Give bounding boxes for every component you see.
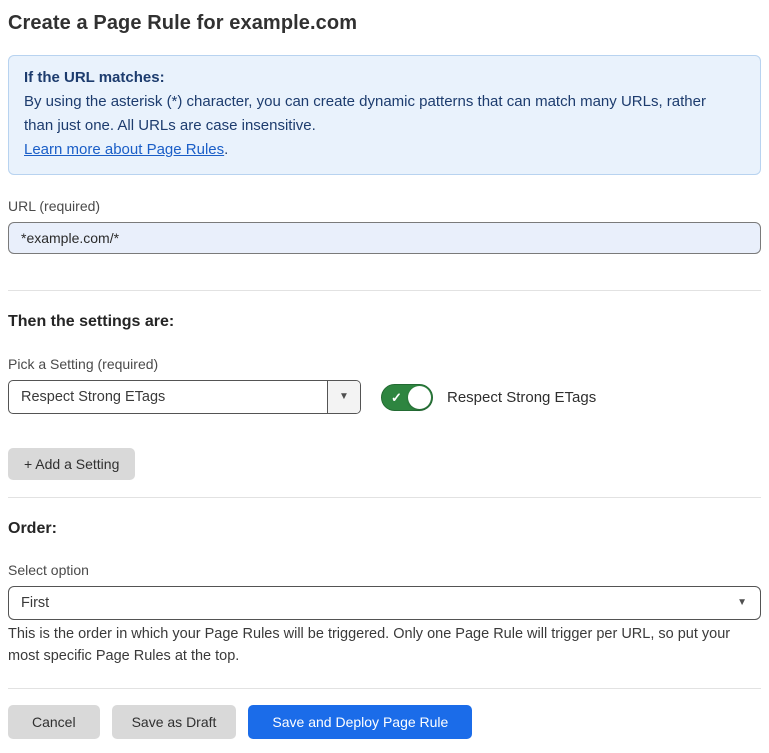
chevron-down-icon: ▼ (339, 392, 349, 402)
order-heading: Order: (8, 519, 761, 538)
link-suffix: . (224, 141, 228, 158)
info-box-heading: If the URL matches: (24, 66, 745, 90)
chevron-down-icon: ▼ (737, 598, 747, 608)
setting-select-arrow-button[interactable]: ▼ (327, 381, 360, 413)
save-deploy-button[interactable]: Save and Deploy Page Rule (248, 705, 472, 739)
etags-toggle-label: Respect Strong ETags (447, 389, 596, 406)
etags-toggle[interactable]: ✓ (381, 384, 433, 411)
url-input[interactable] (8, 222, 761, 254)
add-setting-button[interactable]: + Add a Setting (8, 448, 135, 480)
setting-row: Respect Strong ETags ▼ ✓ Respect Strong … (8, 380, 761, 414)
pick-setting-label: Pick a Setting (required) (8, 356, 761, 373)
select-option-label: Select option (8, 562, 761, 579)
check-icon: ✓ (391, 390, 402, 405)
setting-select[interactable]: Respect Strong ETags ▼ (8, 380, 361, 414)
toggle-knob (408, 386, 431, 409)
info-box-link-line: Learn more about Page Rules. (24, 138, 745, 162)
order-select-value: First (9, 595, 49, 611)
divider (8, 497, 761, 498)
save-draft-button[interactable]: Save as Draft (112, 705, 237, 739)
page-title: Create a Page Rule for example.com (8, 11, 761, 35)
order-help-text: This is the order in which your Page Rul… (8, 623, 753, 667)
setting-select-value: Respect Strong ETags (9, 389, 165, 405)
divider (8, 688, 761, 689)
url-label: URL (required) (8, 198, 761, 215)
url-match-info-box: If the URL matches: By using the asteris… (8, 55, 761, 175)
settings-heading: Then the settings are: (8, 312, 761, 331)
footer-actions: Cancel Save as Draft Save and Deploy Pag… (8, 705, 761, 753)
learn-more-link[interactable]: Learn more about Page Rules (24, 141, 224, 158)
divider (8, 290, 761, 291)
cancel-button[interactable]: Cancel (8, 705, 100, 739)
page-rule-form: Create a Page Rule for example.com If th… (0, 11, 769, 753)
order-select[interactable]: First ▼ (8, 586, 761, 620)
info-box-body: By using the asterisk (*) character, you… (24, 90, 734, 138)
